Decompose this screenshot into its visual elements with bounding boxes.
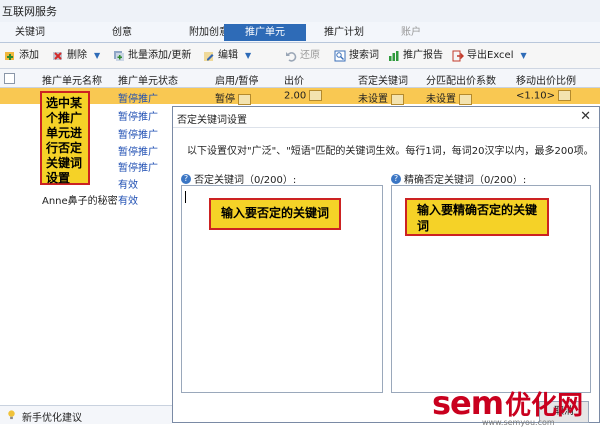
toolbar: 添加 删除 ▼ 批量添加/更新 编辑 ▼ 还原 搜索词 推广报告 导出Excel…	[0, 43, 600, 69]
table-row[interactable]: 暂停推广 暂停 2.00 未设置 未设置 <1.10>	[0, 88, 600, 105]
unit-name: Anne鼻子的秘密	[42, 196, 118, 207]
search-word-label: 搜索词	[349, 50, 379, 61]
unit-status: 暂停推广	[118, 147, 158, 158]
callout-exact-hint: 输入要精确否定的关键词	[405, 198, 549, 236]
title-bar: 互联网服务	[0, 0, 600, 23]
dialog-titlebar: 否定关键词设置 ✕	[173, 107, 599, 128]
export-label: 导出Excel	[467, 50, 514, 61]
column-header[interactable]: 分匹配出价系数	[426, 72, 496, 87]
mobile-value: <1.10>	[516, 90, 556, 102]
chevron-down-icon: ▼	[245, 51, 252, 60]
restore-label: 还原	[300, 50, 320, 61]
text-cursor	[185, 191, 186, 203]
watermark-brand-latin: sem	[432, 384, 504, 422]
column-header[interactable]: 出价	[284, 72, 304, 87]
edit-label: 编辑	[218, 50, 238, 61]
add-button[interactable]: 添加	[4, 48, 39, 63]
negative-cell[interactable]: 未设置	[358, 90, 404, 105]
edit-button[interactable]: 编辑 ▼	[203, 48, 251, 63]
select-all-checkbox[interactable]	[4, 73, 15, 84]
add-label: 添加	[19, 50, 39, 61]
negative-keyword-label: ? 否定关键词（0/200）:	[181, 171, 296, 186]
negative-value: 未设置	[358, 94, 388, 105]
edit-icon[interactable]	[558, 90, 572, 101]
unit-status: 有效	[118, 180, 138, 191]
footer-bar: 新手优化建议	[0, 405, 172, 424]
undo-icon	[286, 51, 297, 62]
add-icon	[5, 51, 14, 60]
close-icon[interactable]: ✕	[580, 109, 591, 124]
tab-account[interactable]: 账户	[382, 24, 440, 41]
restore-button[interactable]: 还原	[285, 48, 320, 63]
batch-add-button[interactable]: 批量添加/更新	[113, 48, 191, 63]
watermark-brand-cn: 优化网	[505, 391, 584, 421]
help-icon[interactable]: ?	[391, 173, 401, 184]
column-header[interactable]: 推广单元状态	[118, 72, 178, 87]
column-header[interactable]: 否定关键词	[358, 72, 408, 87]
callout-select-unit: 选中某个推广单元进行否定关键词设置	[40, 91, 90, 185]
callout-negative-hint: 输入要否定的关键词	[209, 198, 341, 230]
footer-text[interactable]: 新手优化建议	[22, 409, 82, 424]
unit-status: 暂停推广	[118, 130, 158, 141]
delete-icon	[53, 51, 62, 60]
watermark-logo: sem 优化网 www.semyou.com	[432, 384, 584, 427]
pencil-icon	[204, 51, 214, 61]
window-title: 互联网服务	[2, 5, 57, 18]
export-excel-button[interactable]: 导出Excel ▼	[452, 48, 527, 63]
tab-creative[interactable]: 创意	[92, 24, 152, 41]
chevron-down-icon: ▼	[94, 51, 101, 60]
tab-keywords[interactable]: 关键词	[0, 24, 60, 41]
enabled-cell[interactable]: 暂停	[215, 90, 251, 105]
unit-status: 暂停推广	[118, 163, 158, 174]
dialog-title: 否定关键词设置	[177, 115, 247, 126]
edit-icon[interactable]	[309, 90, 323, 101]
report-label: 推广报告	[403, 50, 443, 61]
tab-bar: 关键词 创意 附加创意 推广单元 推广计划 账户	[0, 22, 600, 43]
chevron-down-icon: ▼	[520, 51, 527, 60]
coef-cell[interactable]: 未设置	[426, 90, 472, 105]
edit-icon[interactable]	[391, 93, 404, 105]
bar-chart-icon	[389, 50, 399, 61]
tab-ad-unit[interactable]: 推广单元	[224, 24, 306, 41]
edit-icon[interactable]	[238, 93, 251, 105]
search-word-button[interactable]: 搜索词	[334, 48, 379, 63]
batch-add-label: 批量添加/更新	[128, 50, 192, 61]
dialog-description: 以下设置仅对"广泛"、"短语"匹配的关键词生效。每行1词，每词20汉字以内，最多…	[187, 146, 594, 157]
unit-status: 暂停推广	[118, 94, 158, 105]
bid-cell[interactable]: 2.00	[284, 90, 323, 102]
negative-keyword-dialog: 否定关键词设置 ✕ 以下设置仅对"广泛"、"短语"匹配的关键词生效。每行1词，每…	[172, 106, 600, 423]
delete-button[interactable]: 删除 ▼	[52, 48, 100, 63]
export-icon	[452, 50, 464, 61]
lightbulb-icon	[8, 410, 15, 420]
coef-value: 未设置	[426, 94, 456, 105]
bid-value: 2.00	[284, 90, 307, 102]
help-icon[interactable]: ?	[181, 173, 191, 184]
column-header[interactable]: 启用/暂停	[215, 72, 258, 87]
unit-status: 有效	[118, 196, 138, 207]
edit-icon[interactable]	[459, 93, 472, 105]
report-button[interactable]: 推广报告	[388, 48, 443, 63]
mobile-cell[interactable]: <1.10>	[516, 90, 572, 102]
table-header: 推广单元名称 推广单元状态 启用/暂停 出价 否定关键词 分匹配出价系数 移动出…	[0, 69, 600, 88]
delete-label: 删除	[67, 50, 87, 61]
enabled-value: 暂停	[215, 94, 235, 105]
negative-keyword-label-text: 否定关键词（0/200）:	[194, 175, 297, 186]
batch-add-icon	[114, 50, 124, 61]
exact-negative-label: ? 精确否定关键词（0/200）:	[391, 171, 526, 186]
search-report-icon	[334, 50, 346, 61]
tab-campaign[interactable]: 推广计划	[306, 24, 382, 41]
unit-status: 暂停推广	[118, 112, 158, 123]
column-header[interactable]: 移动出价比例	[516, 72, 576, 87]
column-header[interactable]: 推广单元名称	[42, 72, 102, 87]
exact-negative-label-text: 精确否定关键词（0/200）:	[404, 175, 527, 186]
